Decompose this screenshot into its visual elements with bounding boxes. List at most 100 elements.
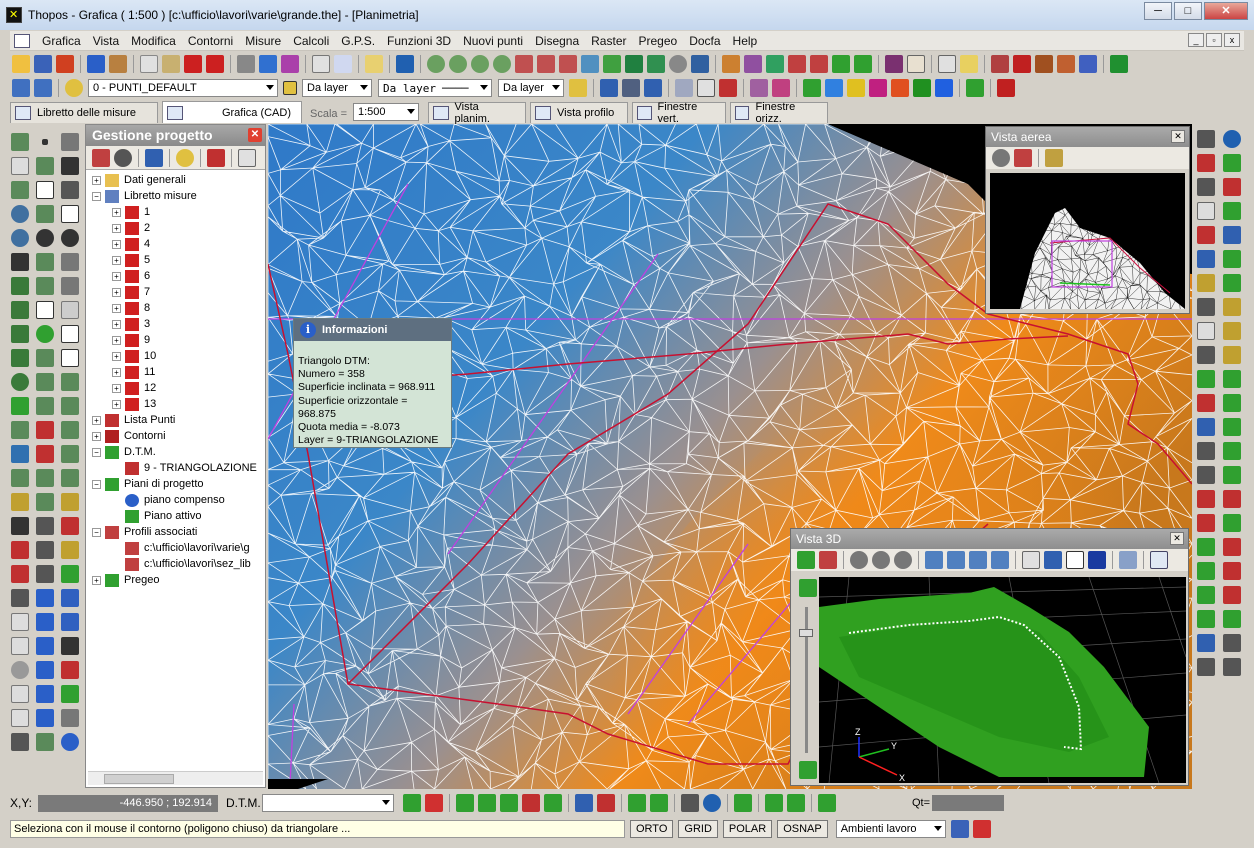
tree-item[interactable]: +7	[92, 284, 265, 300]
shape-dblue-icon[interactable]	[935, 79, 953, 97]
move-text-icon[interactable]	[36, 541, 54, 559]
camera-icon[interactable]	[622, 79, 640, 97]
tool-c-icon[interactable]	[766, 55, 784, 73]
triangle-tool-icon[interactable]	[61, 253, 79, 271]
dtm-tool-4-icon[interactable]	[522, 794, 540, 812]
measure-angle-icon[interactable]	[61, 277, 79, 295]
point-icon[interactable]	[750, 79, 768, 97]
ruler-green-icon[interactable]	[61, 565, 79, 583]
3d-window-icon[interactable]	[1044, 551, 1062, 569]
3d-mesh-icon[interactable]	[799, 761, 817, 779]
open-icon[interactable]	[12, 55, 30, 73]
erase-icon[interactable]	[61, 589, 79, 607]
menu-help[interactable]: Help	[727, 34, 764, 48]
grid-dots-icon[interactable]	[11, 325, 29, 343]
tree-item[interactable]: − Piani di progetto	[92, 476, 265, 492]
right-tool-37-icon[interactable]	[1223, 586, 1241, 604]
tree-item[interactable]: + Contorni	[92, 428, 265, 444]
report-icon[interactable]	[312, 55, 330, 73]
scala-select[interactable]: 1:500	[353, 103, 419, 121]
expand-toggle-icon[interactable]: +	[92, 575, 101, 585]
right-tool-33-icon[interactable]	[1223, 538, 1241, 556]
tree-item[interactable]: +8	[92, 300, 265, 316]
stretch-icon[interactable]	[36, 685, 54, 703]
binoculars-icon[interactable]	[691, 55, 709, 73]
pen-tool-icon[interactable]	[675, 79, 693, 97]
green-square-icon[interactable]	[11, 397, 29, 415]
tree-item[interactable]: piano compenso	[92, 492, 265, 508]
expand-toggle-icon[interactable]: +	[112, 287, 121, 297]
tab-finestre-orizz[interactable]: Finestre orizz.	[730, 101, 828, 125]
expand-toggle-icon[interactable]: +	[112, 319, 121, 329]
preview-icon[interactable]	[259, 55, 277, 73]
right-tool-13-icon[interactable]	[1197, 298, 1215, 316]
offset-icon[interactable]	[11, 277, 29, 295]
dtm-tool-5-icon[interactable]	[544, 794, 562, 812]
abc-icon[interactable]	[11, 613, 29, 631]
diagonal-icon[interactable]	[36, 157, 54, 175]
tab-finestre-vert[interactable]: Finestre vert.	[632, 101, 726, 125]
tree-item[interactable]: 9 - TRIANGOLAZIONE	[92, 460, 265, 476]
3d-solid-icon[interactable]	[1088, 551, 1106, 569]
color-select[interactable]: Da layer	[302, 79, 372, 97]
right-tool-21-icon[interactable]	[1223, 394, 1241, 412]
dtm-tool-14-icon[interactable]	[818, 794, 836, 812]
expand-toggle-icon[interactable]: +	[112, 239, 121, 249]
picture-icon[interactable]	[11, 445, 29, 463]
tab-vista-profilo[interactable]: Vista profilo	[530, 102, 628, 123]
wave-icon[interactable]	[36, 733, 54, 751]
3d-tool-icon[interactable]	[966, 79, 984, 97]
menu-nuovi-punti[interactable]: Nuovi punti	[457, 34, 529, 48]
right-tool-5-icon[interactable]	[1223, 178, 1241, 196]
xyz-icon[interactable]	[697, 79, 715, 97]
menu-pregeo[interactable]: Pregeo	[632, 34, 683, 48]
menu-misure[interactable]: Misure	[239, 34, 287, 48]
refresh-icon[interactable]	[61, 229, 79, 247]
dtm-tool-6-icon[interactable]	[575, 794, 593, 812]
dashed-icon[interactable]	[36, 373, 54, 391]
right-tool-31-icon[interactable]	[1223, 514, 1241, 532]
maximize-button[interactable]: □	[1174, 2, 1202, 20]
thopos-app-icon[interactable]	[6, 7, 22, 23]
tree-item[interactable]: − Libretto misure	[92, 188, 265, 204]
3d-split-icon[interactable]	[1150, 551, 1168, 569]
tool-g-icon[interactable]	[854, 55, 872, 73]
square-gray-icon[interactable]	[61, 301, 79, 319]
slash-icon[interactable]	[11, 469, 29, 487]
rocket2-icon[interactable]	[647, 55, 665, 73]
numbering-icon[interactable]	[11, 637, 29, 655]
3d-zoom-in-icon[interactable]	[894, 551, 912, 569]
right-tool-41-icon[interactable]	[1223, 634, 1241, 652]
project-panel-close-button[interactable]: ✕	[248, 128, 262, 142]
num-101-icon[interactable]	[11, 157, 29, 175]
calc-icon[interactable]	[396, 55, 414, 73]
right-tool-9-icon[interactable]	[1197, 250, 1215, 268]
text-style-icon[interactable]	[11, 541, 29, 559]
vista-3d-close-button[interactable]: ✕	[1170, 532, 1184, 545]
measure-icon[interactable]	[581, 55, 599, 73]
3d-zoom-out-icon[interactable]	[872, 551, 890, 569]
polar-button[interactable]: POLAR	[722, 820, 773, 838]
print-icon[interactable]	[237, 55, 255, 73]
zoom-prev-icon[interactable]	[669, 55, 687, 73]
polyline-icon[interactable]	[11, 181, 29, 199]
tab-grafica[interactable]: Grafica (CAD)	[162, 101, 302, 123]
shape-magenta-icon[interactable]	[869, 79, 887, 97]
dtm-tool-1-icon[interactable]	[456, 794, 474, 812]
snap-icon[interactable]	[719, 79, 737, 97]
trim2-icon[interactable]	[61, 469, 79, 487]
confirm-check-icon[interactable]	[403, 794, 421, 812]
right-tool-19-icon[interactable]	[1223, 370, 1241, 388]
globe-icon[interactable]	[1223, 130, 1241, 148]
paint-icon[interactable]	[1035, 55, 1053, 73]
right-tool-1-icon[interactable]	[1197, 130, 1215, 148]
right-tool-12-icon[interactable]	[1223, 274, 1241, 292]
3d-cube-iso-icon[interactable]	[991, 551, 1009, 569]
move-cross-icon[interactable]	[61, 157, 79, 175]
3d-zoom-window-icon[interactable]	[850, 551, 868, 569]
cross-icon[interactable]	[11, 253, 29, 271]
project-refresh-icon[interactable]	[145, 148, 163, 167]
pen-red-icon[interactable]	[61, 517, 79, 535]
dotted-grid-icon[interactable]	[36, 349, 54, 367]
trim-icon[interactable]	[11, 301, 29, 319]
